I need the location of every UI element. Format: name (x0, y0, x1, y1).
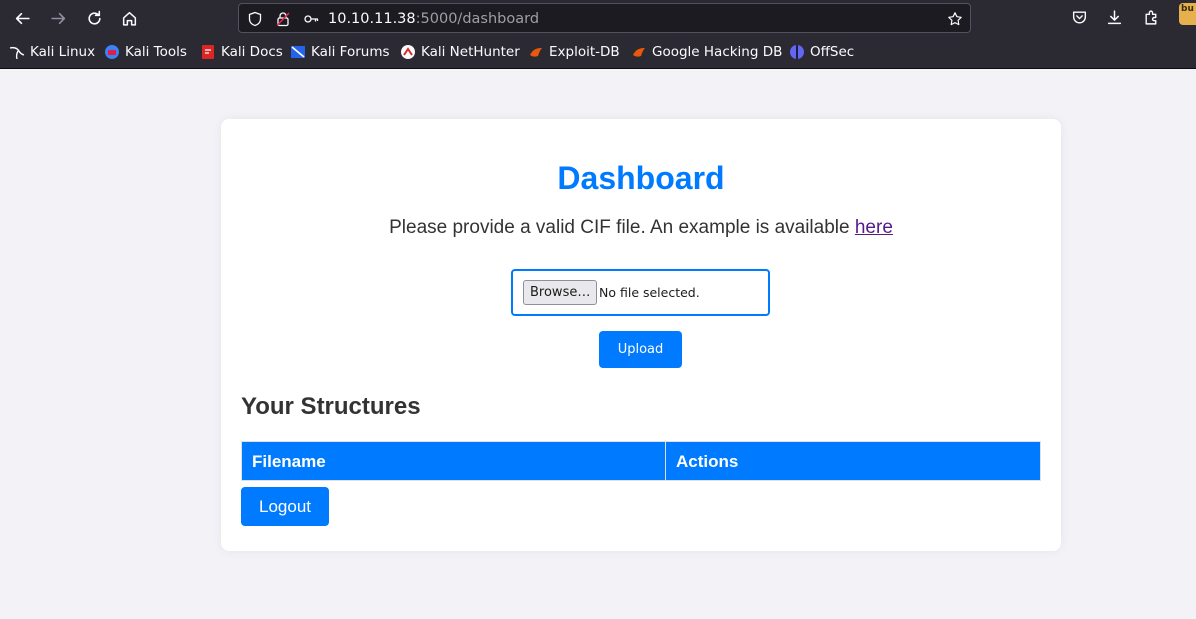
file-input[interactable]: Browse… No file selected. (511, 269, 770, 316)
kali-tools-icon (104, 44, 120, 60)
home-button[interactable] (116, 5, 142, 31)
bookmark-kali-docs[interactable]: Kali Docs (200, 42, 283, 62)
bookmark-kali-nethunter[interactable]: Kali NetHunter (400, 42, 520, 62)
kali-nethunter-icon (400, 44, 416, 60)
bookmark-label: Kali NetHunter (421, 44, 520, 60)
bookmarks-toolbar: Kali Linux Kali Tools Kali Docs Kali For… (0, 40, 1196, 64)
back-arrow-icon (15, 12, 30, 24)
url-host: 10.10.11.38 (328, 11, 416, 27)
bookmark-label: OffSec (810, 44, 855, 60)
bookmark-offsec[interactable]: OffSec (789, 42, 854, 62)
page-title: Dashboard (557, 160, 725, 196)
kali-docs-icon (200, 44, 216, 60)
bookmark-star-icon[interactable] (946, 10, 963, 27)
kali-dragon-icon (9, 44, 25, 60)
bookmark-kali-tools[interactable]: Kali Tools (104, 42, 187, 62)
browse-button[interactable]: Browse… (523, 280, 598, 305)
bookmark-label: Kali Tools (125, 44, 187, 60)
offsec-icon (789, 44, 805, 60)
url-path: :5000/dashboard (415, 11, 540, 27)
avatar-text: bu (1181, 4, 1194, 14)
bookmark-google-hacking-db[interactable]: Google Hacking DB (631, 42, 782, 62)
example-link[interactable]: here (855, 217, 893, 238)
google-hacking-db-icon (631, 44, 647, 60)
bookmark-kali-linux[interactable]: Kali Linux (9, 42, 95, 62)
download-icon (1107, 9, 1121, 24)
key-icon[interactable] (302, 10, 319, 27)
downloads-button[interactable] (1104, 7, 1124, 27)
extensions-button[interactable] (1141, 7, 1161, 27)
bookmark-label: Kali Docs (221, 44, 283, 60)
account-avatar[interactable]: bu (1179, 3, 1196, 25)
bookmark-label: Exploit-DB (549, 44, 620, 60)
bookmark-exploit-db[interactable]: Exploit-DB (528, 42, 620, 62)
forward-arrow-icon (50, 12, 65, 24)
forward-button[interactable] (45, 5, 71, 31)
browser-toolbar: 10.10.11.38:5000/dashboard bu (0, 0, 1196, 36)
reload-icon (87, 10, 101, 25)
kali-forums-icon (290, 44, 306, 60)
reload-button[interactable] (81, 5, 107, 31)
bookmark-label: Kali Linux (30, 44, 96, 60)
home-icon (122, 11, 136, 26)
pocket-button[interactable] (1069, 7, 1089, 27)
puzzle-icon (1144, 10, 1156, 25)
file-status: No file selected. (599, 285, 700, 300)
table-header-filename: Filename (241, 441, 666, 481)
insecure-lock-icon[interactable] (274, 10, 291, 27)
structures-heading: Your Structures (241, 393, 421, 420)
bookmark-label: Google Hacking DB (652, 44, 783, 60)
back-button[interactable] (9, 5, 35, 31)
bookmark-label: Kali Forums (311, 44, 390, 60)
table-header-actions: Actions (665, 441, 1041, 481)
upload-instructions: Please provide a valid CIF file. An exam… (221, 216, 1061, 240)
url-text[interactable]: 10.10.11.38:5000/dashboard (328, 10, 539, 28)
pocket-icon (1072, 10, 1086, 23)
logout-button[interactable]: Logout (241, 487, 329, 526)
instructions-text: Please provide a valid CIF file. An exam… (389, 217, 855, 238)
address-bar[interactable]: 10.10.11.38:5000/dashboard (238, 3, 971, 33)
exploit-db-icon (528, 44, 544, 60)
browser-chrome: 10.10.11.38:5000/dashboard bu Kali Linux… (0, 0, 1196, 69)
tracking-protection-icon[interactable] (246, 10, 263, 27)
upload-button[interactable]: Upload (599, 331, 682, 368)
bookmark-kali-forums[interactable]: Kali Forums (290, 42, 390, 62)
